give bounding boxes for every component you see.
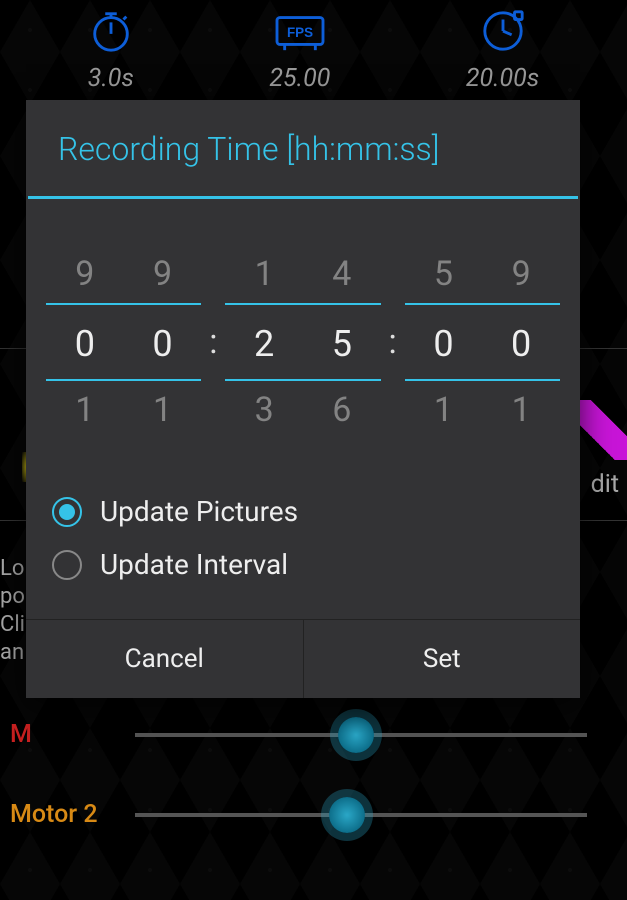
radio-indicator: [52, 497, 82, 527]
hh-tens-wheel[interactable]: 9 0 1: [46, 245, 124, 439]
motor-2-label: Motor 2: [10, 800, 125, 829]
stat-stopwatch-value: 3.0s: [88, 64, 134, 93]
clock-icon: [480, 8, 526, 54]
radio-update-pictures[interactable]: Update Pictures: [52, 485, 554, 538]
recording-time-dialog: Recording Time [hh:mm:ss] 9 0 1 9 0 1 : …: [26, 100, 580, 698]
radio-update-interval[interactable]: Update Interval: [52, 538, 554, 591]
stat-stopwatch[interactable]: 3.0s: [88, 8, 134, 93]
slider-thumb[interactable]: [329, 797, 365, 833]
ss-ones-wheel[interactable]: 9 0 1: [482, 245, 560, 439]
obscured-text-left: Lo po Cli an: [0, 555, 25, 667]
motor-1-row: M: [0, 720, 627, 749]
fps-icon: FPS: [271, 8, 329, 54]
top-stats-row: 3.0s FPS 25.00 20.00s: [0, 0, 627, 93]
time-picker: 9 0 1 9 0 1 : 1 2 3 4 5 6 : 5 0 1 9: [26, 199, 580, 479]
time-separator: :: [381, 245, 405, 439]
stopwatch-icon: [88, 8, 134, 54]
stat-clock[interactable]: 20.00s: [466, 8, 539, 93]
set-button[interactable]: Set: [304, 620, 581, 698]
ss-tens-wheel[interactable]: 5 0 1: [405, 245, 483, 439]
mm-tens-wheel[interactable]: 1 2 3: [225, 245, 303, 439]
dialog-title: Recording Time [hh:mm:ss]: [26, 100, 580, 196]
radio-indicator: [52, 550, 82, 580]
hh-ones-wheel[interactable]: 9 0 1: [124, 245, 202, 439]
stat-clock-value: 20.00s: [466, 64, 539, 93]
dialog-button-bar: Cancel Set: [26, 619, 580, 698]
radio-label: Update Interval: [100, 548, 288, 581]
motor-2-slider[interactable]: [135, 813, 587, 817]
stat-fps[interactable]: FPS 25.00: [269, 8, 330, 93]
slider-thumb[interactable]: [338, 717, 374, 753]
time-separator: :: [201, 245, 225, 439]
motor-1-label: M: [10, 720, 125, 749]
radio-label: Update Pictures: [100, 495, 298, 528]
svg-text:FPS: FPS: [287, 25, 313, 40]
mm-ones-wheel[interactable]: 4 5 6: [303, 245, 381, 439]
stat-fps-value: 25.00: [269, 64, 330, 93]
motor-2-row: Motor 2: [0, 800, 627, 829]
motor-1-slider[interactable]: [135, 733, 587, 737]
cancel-button[interactable]: Cancel: [26, 620, 304, 698]
update-mode-radios: Update Pictures Update Interval: [26, 479, 580, 619]
